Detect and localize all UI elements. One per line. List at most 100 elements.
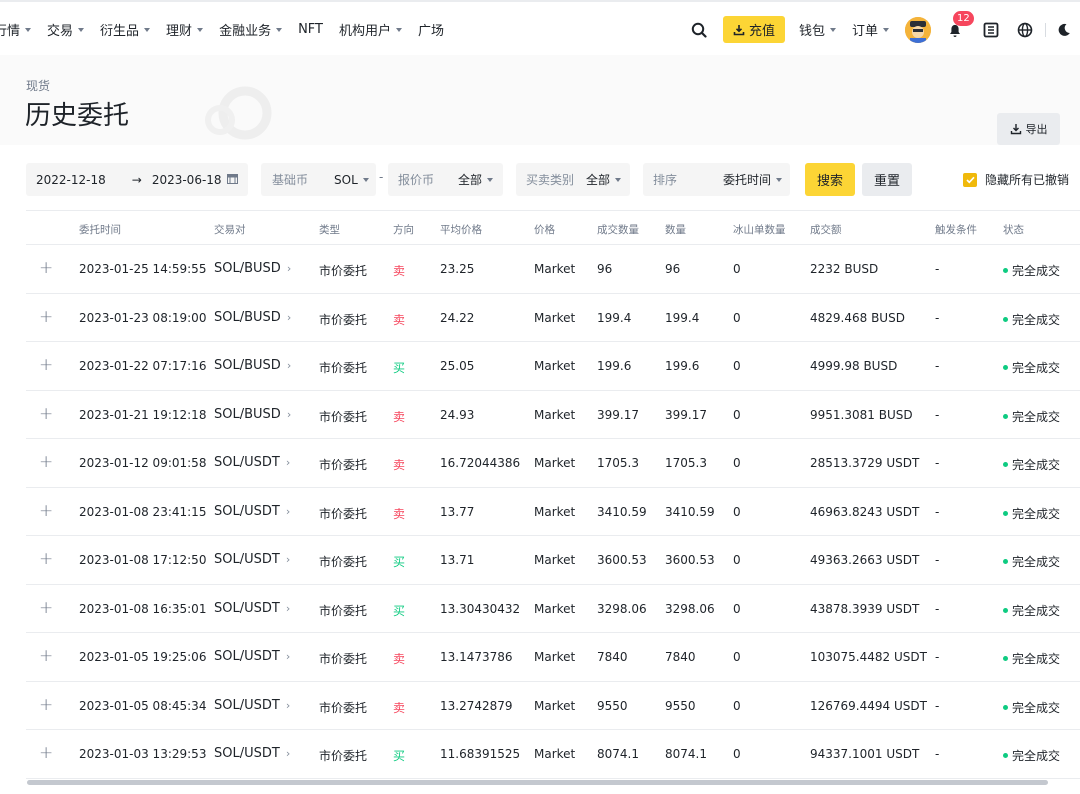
expand-row-icon[interactable]: +: [39, 646, 53, 666]
cell-pair[interactable]: SOL/BUSD ›: [214, 358, 291, 373]
cell-pair[interactable]: SOL/USDT ›: [214, 552, 290, 567]
cell-pair[interactable]: SOL/USDT ›: [214, 746, 290, 761]
cell-amount-text: 3600.53: [665, 553, 715, 567]
search-button[interactable]: 搜索: [805, 163, 855, 196]
nav-item[interactable]: 机构用户: [339, 20, 403, 39]
cell-pair[interactable]: SOL/USDT ›: [214, 455, 290, 470]
cell-pair[interactable]: SOL/USDT ›: [214, 698, 290, 713]
chevron-down-icon: [829, 27, 836, 32]
expand-row-icon[interactable]: +: [39, 355, 53, 375]
orders-menu[interactable]: 订单: [852, 20, 889, 39]
expand-row-icon[interactable]: +: [39, 307, 53, 327]
sort-select[interactable]: 排序 委托时间: [643, 163, 790, 196]
cell-iceberg: 0: [733, 262, 741, 276]
download-app-icon[interactable]: [981, 20, 1001, 40]
cell-amount-text: 1705.3: [665, 456, 707, 470]
breadcrumb[interactable]: 现货: [26, 77, 50, 94]
export-button[interactable]: 导出: [997, 113, 1060, 145]
table-row: +2023-01-05 19:25:06 SOL/USDT › 市价委托 卖 13.147…: [26, 633, 1080, 682]
cell-side-text: 卖: [393, 652, 406, 666]
cell-trigger: -: [935, 650, 939, 664]
cell-type-text: 市价委托: [319, 506, 368, 521]
cell-side-text: 买: [393, 749, 406, 763]
chevron-right-icon: ›: [285, 504, 291, 518]
nav-item[interactable]: NFT: [298, 22, 323, 37]
cell-price-text: Market: [534, 359, 576, 373]
wallet-menu[interactable]: 钱包: [799, 20, 836, 39]
checkbox-checked-icon[interactable]: [963, 172, 977, 187]
cell-amount-text: 96: [665, 262, 681, 276]
cell-total-text: 43878.3939 USDT: [810, 601, 920, 616]
cell-amount-text: 3298.06: [665, 601, 715, 616]
expand-row-icon[interactable]: +: [39, 452, 53, 472]
cell-price: Market: [534, 650, 575, 664]
cell-iceberg-text: 0: [733, 262, 741, 276]
base-coin-select[interactable]: 基础币 SOL: [261, 163, 376, 196]
cell-trigger-text: -: [935, 456, 940, 470]
avatar[interactable]: [905, 16, 931, 43]
date-range-picker[interactable]: 2022-12-18 → 2023-06-18: [26, 163, 248, 196]
nav-item[interactable]: 衍生品: [100, 20, 151, 39]
cell-status: 完全成交: [1003, 699, 1060, 716]
header-watermark-graphic: [205, 86, 272, 140]
cell-pair[interactable]: SOL/BUSD ›: [214, 261, 291, 276]
expand-row-icon[interactable]: +: [39, 598, 53, 618]
cell-price-text: Market: [534, 747, 576, 761]
cell-side-text: 卖: [393, 409, 406, 424]
page-title: 历史委托: [25, 101, 130, 131]
nav-item[interactable]: 行情: [0, 20, 32, 39]
nav-item[interactable]: 交易: [47, 20, 85, 39]
cell-type: 市价委托: [319, 262, 367, 279]
expand-row-icon[interactable]: +: [39, 549, 53, 569]
chevron-right-icon: ›: [286, 262, 292, 275]
expand-row-icon[interactable]: +: [39, 743, 53, 763]
horizontal-scrollbar[interactable]: [27, 780, 1048, 785]
status-dot-icon: [1003, 510, 1008, 516]
chevron-right-icon: ›: [285, 456, 291, 469]
cell-price-text: Market: [534, 650, 576, 664]
side-select[interactable]: 买卖类别 全部: [516, 163, 630, 196]
nav-item[interactable]: 理财: [166, 20, 204, 39]
cell-status-text: 完全成交: [1012, 652, 1061, 666]
cell-pair[interactable]: SOL/BUSD ›: [214, 310, 291, 325]
cell-avg-price: 11.68391525: [440, 747, 520, 761]
cell-trigger: -: [935, 456, 939, 470]
cell-type: 市价委托: [319, 311, 367, 328]
expand-row-icon[interactable]: +: [39, 258, 53, 278]
cell-pair[interactable]: SOL/BUSD ›: [214, 407, 291, 422]
expand-row-icon[interactable]: +: [39, 404, 53, 424]
table-row: +2023-01-25 14:59:55 SOL/BUSD › 市价委托 卖 23.25 M…: [26, 245, 1080, 294]
cell-pair[interactable]: SOL/USDT ›: [214, 601, 290, 616]
cell-trigger-text: -: [935, 553, 940, 567]
cell-pair[interactable]: SOL/USDT ›: [214, 504, 290, 519]
cell-filled-text: 9550: [597, 698, 628, 713]
cell-pair-text: SOL/BUSD: [214, 406, 281, 422]
nav-item[interactable]: 金融业务: [219, 20, 283, 39]
cell-side-text: 卖: [393, 458, 406, 472]
moon-icon[interactable]: [1054, 20, 1074, 40]
range-arrow: →: [131, 172, 142, 187]
notifications[interactable]: 12: [945, 10, 974, 40]
cell-status: 完全成交: [1003, 602, 1060, 619]
search-icon[interactable]: [689, 20, 709, 40]
quote-coin-select[interactable]: 报价币 全部: [388, 163, 503, 196]
cell-iceberg-text: 0: [733, 504, 741, 519]
expand-row-icon[interactable]: +: [39, 695, 53, 715]
cell-time: 2023-01-08 23:41:15: [79, 505, 206, 519]
cell-pair[interactable]: SOL/USDT ›: [214, 649, 290, 664]
reset-button[interactable]: 重置: [862, 163, 912, 196]
cell-iceberg-text: 0: [733, 747, 741, 761]
cell-avg-price-text: 13.1473786: [440, 650, 513, 664]
globe-icon[interactable]: [1015, 20, 1035, 40]
page-header: 现货 历史委托 导出: [0, 55, 1080, 145]
cell-type: 市价委托: [319, 699, 367, 716]
chevron-down-icon: [396, 27, 403, 32]
expand-row-icon[interactable]: +: [39, 501, 53, 521]
hide-cancelled-toggle[interactable]: 隐藏所有已撤销: [963, 171, 1069, 188]
col-avg-price: 平均价格: [440, 224, 482, 236]
cell-time: 2023-01-23 08:19:00: [79, 311, 206, 325]
cell-status-text: 完全成交: [1012, 312, 1061, 327]
cell-trigger-text: -: [935, 504, 940, 519]
nav-item[interactable]: 广场: [418, 20, 444, 39]
deposit-button[interactable]: 充值: [722, 16, 785, 43]
